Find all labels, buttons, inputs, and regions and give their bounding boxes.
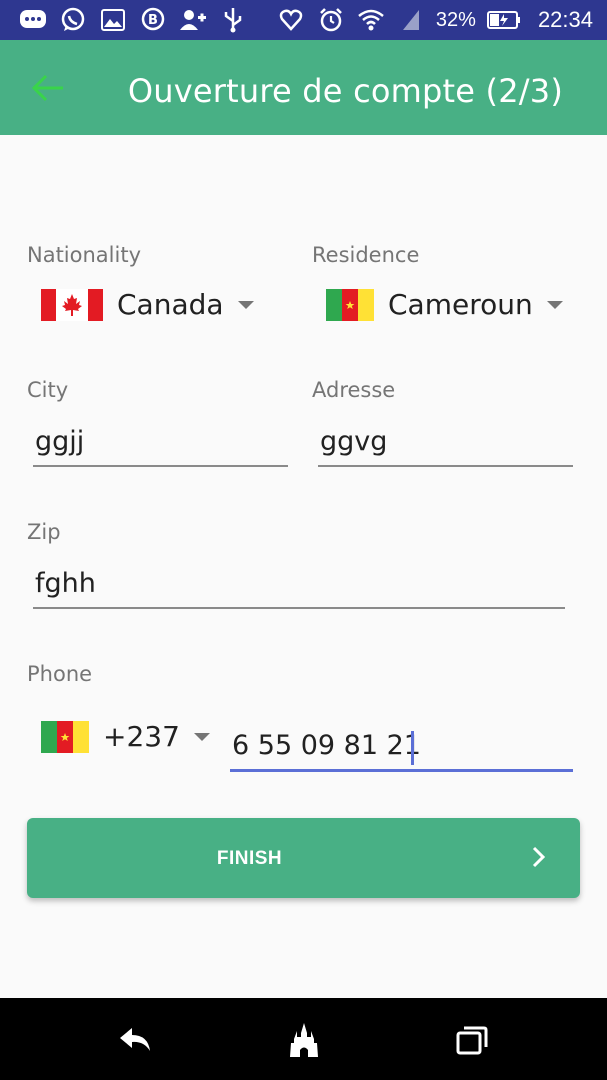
gallery-icon xyxy=(98,6,128,34)
arrow-back-icon xyxy=(31,74,63,102)
status-bar: B 32% 22:34 xyxy=(0,0,607,40)
back-nav-button[interactable] xyxy=(115,1020,155,1060)
dropdown-arrow-icon xyxy=(237,300,254,309)
back-button[interactable] xyxy=(28,70,68,106)
phone-label: Phone xyxy=(27,662,93,686)
svg-text:B: B xyxy=(148,13,158,28)
address-input[interactable] xyxy=(318,418,573,465)
usb-icon xyxy=(218,6,248,34)
address-label: Adresse xyxy=(312,378,396,402)
zip-input[interactable] xyxy=(33,560,565,607)
dropdown-arrow-icon xyxy=(546,300,563,309)
nationality-value: Canada xyxy=(117,288,224,321)
canada-flag-icon xyxy=(41,288,103,321)
recents-nav-button[interactable] xyxy=(452,1020,492,1060)
whatsapp-icon xyxy=(58,6,88,34)
finish-button[interactable]: FINISH xyxy=(27,818,580,898)
phone-number-input[interactable] xyxy=(230,721,573,769)
phone-number-field[interactable] xyxy=(230,721,573,772)
back-nav-icon xyxy=(120,1028,150,1051)
wifi-icon xyxy=(356,6,386,34)
page-title: Ouverture de compte (2/3) xyxy=(127,72,563,110)
recent-apps-icon xyxy=(456,1026,488,1055)
text-cursor xyxy=(411,731,414,765)
residence-value: Cameroun xyxy=(388,288,533,321)
cameroon-flag-icon xyxy=(41,720,89,753)
notification-icons: B xyxy=(18,6,248,34)
add-contact-icon xyxy=(178,6,208,34)
city-input[interactable] xyxy=(33,418,288,465)
residence-select[interactable]: Cameroun xyxy=(326,288,563,321)
cameroon-flag-icon xyxy=(326,288,374,321)
alarm-icon xyxy=(316,6,346,34)
zip-label: Zip xyxy=(27,520,61,544)
app-bar: Ouverture de compte (2/3) xyxy=(0,40,607,135)
dropdown-arrow-icon xyxy=(193,732,210,741)
zip-field[interactable] xyxy=(33,560,565,609)
signal-icon xyxy=(396,6,426,34)
country-code-value: +237 xyxy=(103,720,180,753)
castle-home-icon xyxy=(290,1023,318,1057)
clock: 22:34 xyxy=(537,7,593,32)
business-whatsapp-icon: B xyxy=(138,6,168,34)
country-code-select[interactable]: +237 xyxy=(41,720,210,753)
nationality-select[interactable]: Canada xyxy=(41,288,254,321)
chat-icon xyxy=(18,6,48,34)
finish-button-label: FINISH xyxy=(216,848,283,869)
city-label: City xyxy=(27,378,69,402)
city-field[interactable] xyxy=(33,418,288,467)
navigation-bar xyxy=(0,998,607,1080)
home-nav-button[interactable] xyxy=(284,1020,324,1060)
nationality-label: Nationality xyxy=(27,243,142,267)
system-status: 32% 22:34 xyxy=(276,6,593,34)
chevron-right-icon xyxy=(532,846,546,868)
residence-label: Residence xyxy=(312,243,420,267)
address-field[interactable] xyxy=(318,418,573,467)
heart-icon xyxy=(276,6,306,34)
battery-percent: 32% xyxy=(435,8,476,31)
battery-charging-icon xyxy=(486,6,522,34)
